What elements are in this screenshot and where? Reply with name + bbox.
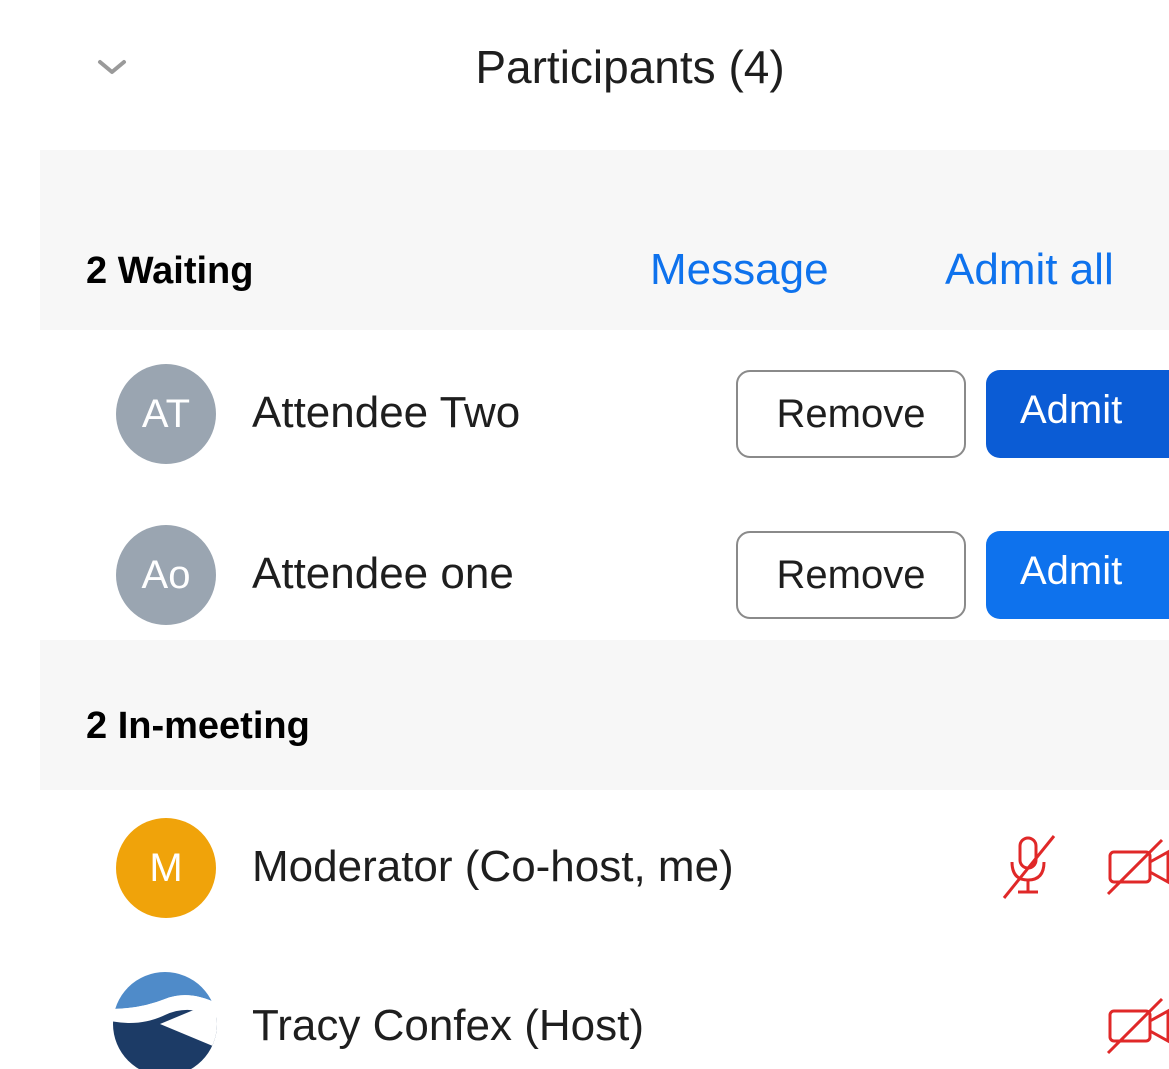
avatar: Ao (116, 525, 216, 625)
avatar: AT (116, 364, 216, 464)
mic-muted-icon[interactable] (998, 832, 1062, 907)
participants-panel: Participants (4) 2 Waiting Message Admit… (0, 0, 1169, 1069)
remove-button[interactable]: Remove (736, 370, 966, 458)
admit-button[interactable]: Admit (986, 531, 1169, 619)
waiting-section-background (40, 150, 1169, 330)
avatar (110, 969, 220, 1069)
video-off-icon[interactable] (1106, 836, 1169, 903)
panel-title: Participants (4) (475, 41, 785, 93)
participant-name: Moderator (Co-host, me) (252, 842, 734, 891)
waiting-participant-row: Ao Attendee one Remove Admit (0, 523, 1169, 625)
participant-name: Attendee one (252, 549, 514, 598)
admit-all-link[interactable]: Admit all (945, 245, 1114, 295)
participant-name: Tracy Confex (Host) (252, 1001, 645, 1050)
in-meeting-participant-row[interactable]: M Moderator (Co-host, me) (0, 818, 1169, 918)
message-waiting-link[interactable]: Message (650, 245, 829, 295)
waiting-participant-row: AT Attendee Two Remove Admit (0, 362, 1169, 464)
in-meeting-participant-row[interactable]: Tracy Confex (Host) (0, 972, 1169, 1069)
video-off-icon[interactable] (1106, 995, 1169, 1062)
admit-button[interactable]: Admit (986, 370, 1169, 458)
waiting-section-title: 2 Waiting (86, 250, 254, 292)
avatar-initials: AT (141, 391, 191, 436)
confex-logo (113, 972, 217, 1069)
avatar-initials: M (149, 845, 183, 890)
avatar: M (116, 818, 216, 918)
remove-button[interactable]: Remove (736, 531, 966, 619)
avatar-initials: Ao (141, 552, 191, 597)
in-meeting-section-title: 2 In-meeting (86, 705, 310, 747)
participant-name: Attendee Two (252, 388, 521, 437)
